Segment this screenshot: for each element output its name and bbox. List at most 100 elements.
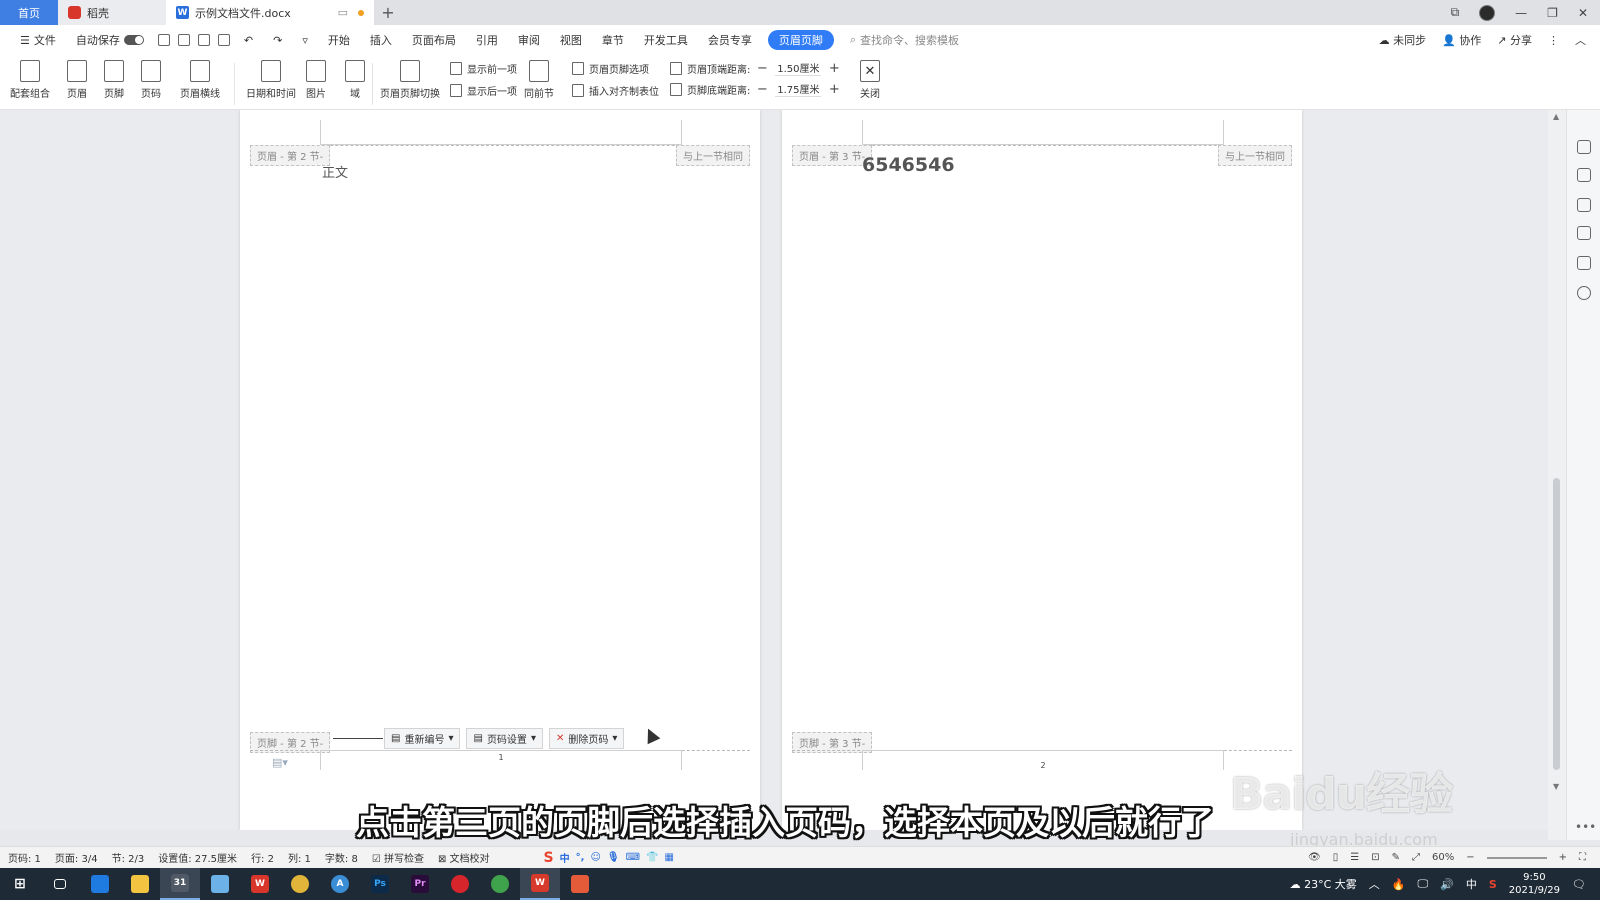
notification-icon[interactable]: 🗨	[1572, 878, 1586, 891]
menu-item-reference[interactable]: 引用	[466, 32, 508, 48]
monitor-icon[interactable]: ▭	[338, 6, 348, 19]
hf-options-button[interactable]: 页眉页脚选项	[572, 61, 649, 76]
menu-item-devtools[interactable]: 开发工具	[634, 32, 698, 48]
taskbar-app-screen[interactable]	[560, 868, 600, 900]
taskbar-app-arrow[interactable]: A	[320, 868, 360, 900]
page-2[interactable]: 页眉 - 第 2 节- 与上一节相同 正文 页脚 - 第 2 节- ▤ 重新编号 ▾…	[240, 110, 760, 830]
tray-expand-icon[interactable]: ︿	[1369, 876, 1380, 892]
zoom-level[interactable]: 60%	[1432, 852, 1454, 863]
picture-button[interactable]: 图片	[306, 60, 326, 100]
taskbar-app-premiere[interactable]: Pr	[400, 868, 440, 900]
preview-icon[interactable]	[217, 34, 230, 46]
ime-toolbar[interactable]: S 中 °, ☺ 🎙 ⌨ 👕 ▦	[544, 850, 674, 866]
autosave-toggle[interactable]: 自动保存	[66, 32, 154, 48]
datetime-button[interactable]: 日期和时间	[246, 60, 296, 100]
sogou-tray-icon[interactable]: S	[1489, 878, 1497, 891]
pen-icon[interactable]	[1577, 168, 1591, 182]
switch-button[interactable]: 页眉页脚切换	[380, 60, 440, 100]
adjust-icon[interactable]	[1577, 226, 1591, 240]
page-number-setup-button[interactable]: ▤ 页码设置 ▾	[466, 728, 543, 749]
sync-button[interactable]: ☁ 未同步	[1379, 32, 1427, 48]
minimize-icon[interactable]: —	[1515, 6, 1527, 20]
status-words[interactable]: 字数: 8	[325, 850, 358, 865]
translate-icon[interactable]	[1577, 256, 1591, 270]
close-window-icon[interactable]: ✕	[1578, 6, 1588, 20]
renumber-button[interactable]: ▤ 重新编号 ▾	[384, 728, 461, 749]
proofread-button[interactable]: ⊠ 文档校对	[438, 850, 490, 865]
export-icon[interactable]	[177, 34, 190, 46]
task-view-button[interactable]	[40, 868, 80, 900]
field-button[interactable]: 域	[345, 60, 365, 100]
select-icon[interactable]	[1577, 198, 1591, 212]
clock[interactable]: 9:50 2021/9/29	[1509, 871, 1560, 897]
taskbar-app-chrome[interactable]	[280, 868, 320, 900]
footer-area[interactable]: 2	[862, 750, 1224, 770]
more-icon[interactable]: ⋮	[1548, 34, 1559, 47]
ime-indicator[interactable]: 中	[1466, 876, 1477, 892]
file-menu[interactable]: ☰ 文件	[10, 32, 66, 48]
collapse-ribbon-icon[interactable]: ︿	[1575, 32, 1586, 48]
taskbar-app-calendar[interactable]: 31	[160, 868, 200, 900]
new-tab-button[interactable]: +	[374, 0, 402, 25]
taskbar-app-wps-writer[interactable]: W	[520, 868, 560, 900]
print-icon[interactable]	[197, 34, 210, 46]
taskbar-app-explorer[interactable]	[120, 868, 160, 900]
save-icon[interactable]	[157, 34, 170, 46]
fullscreen-icon[interactable]: ⛶	[1579, 852, 1586, 863]
tab-daoke[interactable]: 稻壳	[58, 0, 166, 25]
page-view-icon[interactable]: ▯	[1333, 852, 1339, 863]
start-button[interactable]: ⊞	[0, 868, 40, 900]
taskbar-app-chrome2[interactable]	[480, 868, 520, 900]
header-line-button[interactable]: 页眉横线	[180, 60, 220, 100]
taskbar-app-wps[interactable]: W	[240, 868, 280, 900]
eye-protection-icon[interactable]: 👁	[1308, 852, 1321, 863]
tab-home[interactable]: 首页	[0, 0, 58, 25]
increase-icon[interactable]: +	[827, 82, 841, 97]
combo-button[interactable]: 配套组合	[10, 60, 50, 100]
delete-page-number-button[interactable]: ✕ 删除页码 ▾	[548, 728, 625, 749]
status-pages[interactable]: 页面: 3/4	[55, 850, 98, 865]
taskbar-app-notes[interactable]	[200, 868, 240, 900]
scroll-up-icon[interactable]: ▲	[1553, 112, 1559, 121]
header-button[interactable]: 页眉	[67, 60, 87, 100]
decrease-icon[interactable]: −	[755, 61, 769, 76]
network-icon[interactable]: 🖵	[1418, 877, 1429, 891]
more-dots-icon[interactable]: •••	[1575, 820, 1596, 834]
more-dropdown-icon[interactable]: ▿	[292, 34, 318, 47]
show-prev-button[interactable]: 显示前一项	[450, 61, 517, 76]
zoom-out-icon[interactable]: −	[1466, 852, 1474, 863]
zoom-slider[interactable]	[1486, 856, 1547, 859]
close-header-footer-button[interactable]: ✕ 关闭	[860, 60, 880, 100]
restore-icon[interactable]: ❐	[1547, 6, 1558, 20]
scroll-down-icon[interactable]: ▼	[1553, 782, 1559, 791]
share-button[interactable]: ↗ 分享	[1497, 32, 1532, 48]
style-icon[interactable]	[1577, 140, 1591, 154]
web-view-icon[interactable]: ⊡	[1371, 852, 1379, 863]
outline-view-icon[interactable]: ☰	[1350, 852, 1359, 863]
same-as-prev-button[interactable]: 同前节	[524, 60, 554, 100]
taskbar-app-netease[interactable]	[440, 868, 480, 900]
insert-tab-button[interactable]: 插入对齐制表位	[572, 83, 659, 98]
tab-document[interactable]: W 示例文档文件.docx ▭	[166, 0, 374, 25]
page-number-button[interactable]: 页码	[141, 60, 161, 100]
decrease-icon[interactable]: −	[755, 82, 769, 97]
taskbar-app-photoshop[interactable]: Ps	[360, 868, 400, 900]
write-mode-icon[interactable]: ✎	[1392, 852, 1400, 863]
menu-item-member[interactable]: 会员专享	[698, 32, 762, 48]
collab-button[interactable]: 👤 协作	[1442, 32, 1481, 48]
header-top-stepper[interactable]: − 1.50厘米 +	[755, 60, 841, 76]
page-3[interactable]: 页眉 - 第 3 节- 与上一节相同 6546546 页脚 - 第 3 节- 2	[782, 110, 1302, 830]
show-next-button[interactable]: 显示后一项	[450, 83, 517, 98]
help-icon[interactable]	[1577, 286, 1591, 300]
menu-item-insert[interactable]: 插入	[360, 32, 402, 48]
spell-check-button[interactable]: ☑ 拼写检查	[372, 850, 424, 865]
body-text[interactable]: 6546546	[862, 154, 955, 176]
weather-widget[interactable]: ☁ 23°C 大雾	[1290, 876, 1357, 892]
volume-icon[interactable]: 🔊	[1440, 878, 1454, 891]
increase-icon[interactable]: +	[827, 61, 841, 76]
avatar[interactable]	[1479, 4, 1496, 21]
menu-item-header-footer[interactable]: 页眉页脚	[767, 30, 834, 50]
menu-item-chapter[interactable]: 章节	[592, 32, 634, 48]
document-workspace[interactable]: 页眉 - 第 2 节- 与上一节相同 正文 页脚 - 第 2 节- ▤ 重新编号 ▾…	[0, 110, 1600, 830]
undo-icon[interactable]: ↶	[234, 34, 263, 47]
